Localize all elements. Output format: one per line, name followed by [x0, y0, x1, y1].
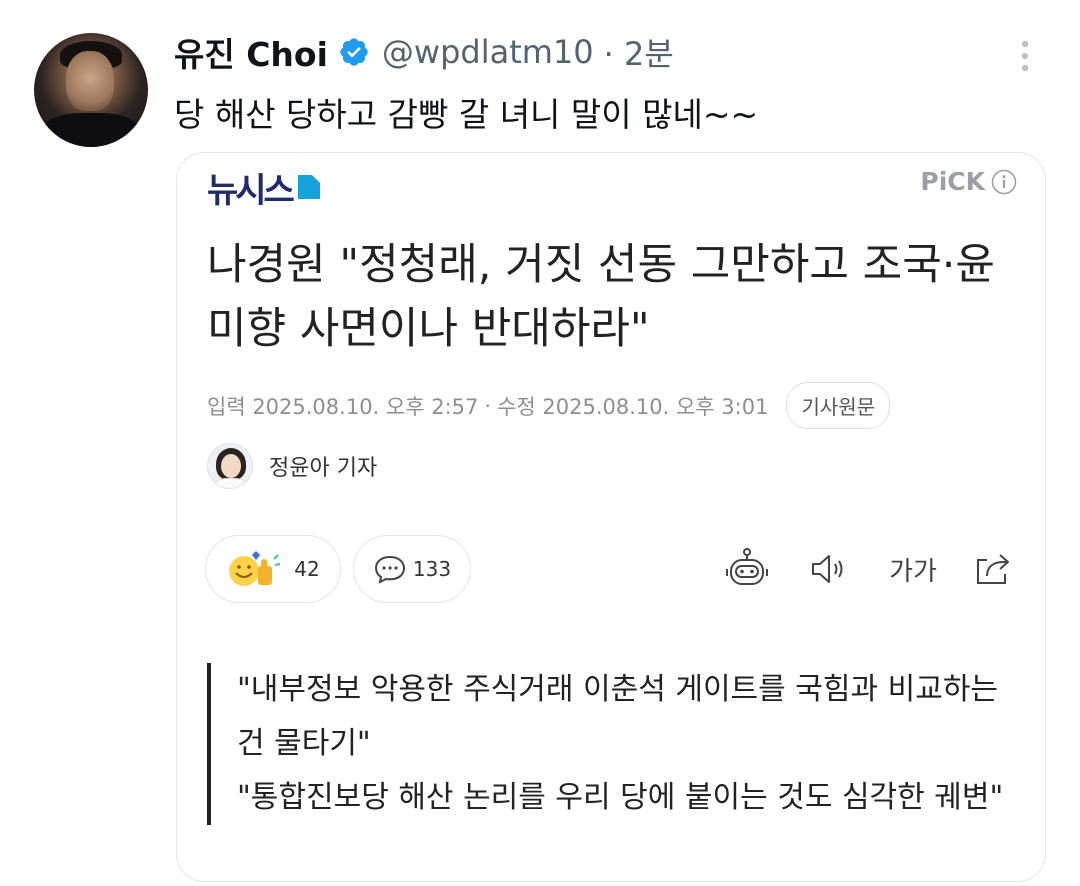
quote-line: "통합진보당 해산 논리를 우리 당에 붙이는 것도 심각한 궤변": [237, 780, 1004, 815]
reaction-button[interactable]: 42: [205, 535, 341, 603]
meta-separator: ·: [484, 393, 492, 418]
reaction-count: 42: [294, 557, 320, 581]
info-icon[interactable]: [991, 169, 1017, 195]
avatar-face: [66, 51, 114, 111]
tweet-header: 유진 Choi @wpdlatm10 · 2분: [174, 28, 674, 76]
comment-button[interactable]: 133: [353, 535, 471, 603]
display-name[interactable]: 유진 Choi: [174, 28, 328, 76]
font-size-button[interactable]: 가가: [889, 547, 937, 591]
profile-avatar[interactable]: [34, 33, 148, 147]
share-button[interactable]: [971, 547, 1015, 591]
news-card[interactable]: 뉴시스 PiCK 나경원 "정청래, 거짓 선동 그만하고 조국·윤미향 사면이…: [176, 152, 1046, 882]
tweet-time[interactable]: · 2분: [604, 29, 674, 75]
source-logo-text: 뉴시스: [207, 170, 295, 211]
share-icon: [977, 554, 1009, 584]
user-handle[interactable]: @wpdlatm10: [382, 33, 594, 71]
reporter-avatar: [207, 443, 253, 489]
article-meta: 입력 2025.08.10. 오후 2:57 · 수정 2025.08.10. …: [207, 382, 891, 429]
source-logo: 뉴시스: [207, 165, 320, 211]
speaker-icon: [812, 555, 843, 583]
reaction-emoji-icon: [229, 551, 281, 586]
summary-bot-button[interactable]: [725, 547, 769, 591]
reporter[interactable]: 정윤아 기자: [207, 443, 377, 489]
article-headline[interactable]: 나경원 "정청래, 거짓 선동 그만하고 조국·윤미향 사면이나 반대하라": [207, 233, 1017, 361]
reporter-name: 정윤아 기자: [269, 456, 378, 481]
comment-count: 133: [412, 557, 452, 581]
tweet-text: 당 해산 당하고 감빵 갈 녀니 말이 많네~~: [174, 95, 759, 134]
verified-badge-icon: [340, 38, 368, 66]
quote-line: "내부정보 악용한 주식거래 이춘석 게이트를 국힘과 비교하는 건 물타기": [237, 672, 999, 761]
font-size-label: 가가: [889, 556, 937, 587]
original-article-button[interactable]: 기사원문: [786, 382, 891, 429]
read-aloud-button[interactable]: [807, 547, 851, 591]
more-options-icon[interactable]: [1014, 38, 1036, 74]
pick-label-group: PiCK: [920, 167, 1017, 196]
pick-label: PiCK: [920, 167, 985, 196]
input-time: 입력 2025.08.10. 오후 2:57: [207, 394, 479, 419]
avatar-coat: [40, 113, 142, 147]
comment-bubble-icon: [374, 555, 405, 584]
robot-icon: [726, 548, 768, 585]
modified-time: 수정 2025.08.10. 오후 3:01: [497, 394, 769, 419]
source-logo-mark-icon: [297, 175, 320, 199]
article-quote: "내부정보 악용한 주식거래 이춘석 게이트를 국힘과 비교하는 건 물타기" …: [207, 663, 1007, 825]
